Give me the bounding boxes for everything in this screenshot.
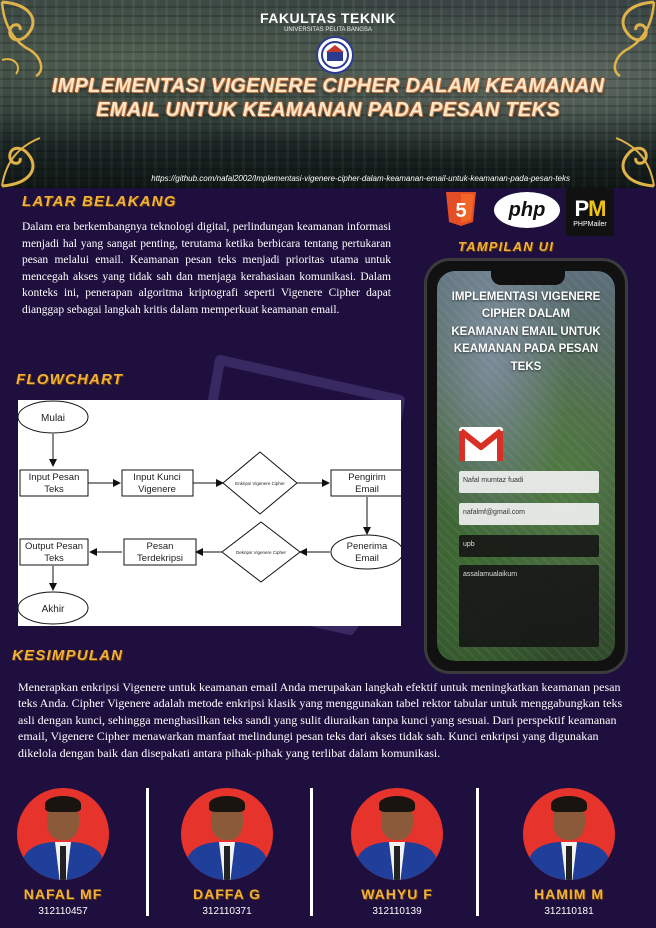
team-member: HAMIM M 312110181 <box>514 788 624 917</box>
app-title: IMPLEMENTASI VIGENERE CIPHER DALAM KEAMA… <box>451 291 601 373</box>
avatar <box>523 788 615 880</box>
label-input-pesan-2: Teks <box>44 484 64 495</box>
label-enkripsi: Enkripsi Vigenere Cipher <box>235 481 285 486</box>
phone-screen: IMPLEMENTASI VIGENERE CIPHER DALAM KEAMA… <box>437 271 615 661</box>
avatar <box>17 788 109 880</box>
label-pengirim-2: Email <box>355 484 379 495</box>
latar-belakang-text: Dalam era berkembangnya teknologi digita… <box>22 221 391 316</box>
university-label: UNIVERSITAS PELITA BANGSA <box>284 27 372 33</box>
team-member: WAHYU F 312110139 <box>342 788 452 917</box>
avatar <box>351 788 443 880</box>
php-logo-icon: php <box>494 192 560 228</box>
phpmailer-label: PHPMailer <box>573 220 607 228</box>
member-nim: 312110371 <box>202 906 252 917</box>
label-output-pesan-1: Output Pesan <box>25 541 83 552</box>
flowchart-diagram: Mulai Input Pesan Teks Input Kunci Vigen… <box>18 400 401 626</box>
member-nim: 312110457 <box>38 906 88 917</box>
label-mulai: Mulai <box>41 413 65 424</box>
label-output-pesan-2: Teks <box>44 553 64 564</box>
label-input-kunci-2: Vigenere <box>138 484 176 495</box>
university-logo-icon <box>316 36 354 74</box>
name-field[interactable]: Nafal mumtaz fuadi <box>459 471 599 493</box>
html5-logo-icon: 5 <box>446 192 476 226</box>
header-banner: FAKULTAS TEKNIK UNIVERSITAS PELITA BANGS… <box>0 0 656 188</box>
member-name: DAFFA G <box>193 886 261 902</box>
kesimpulan-text: Menerapkan enkripsi Vigenere untuk keama… <box>18 680 623 760</box>
member-name: WAHYU F <box>361 886 433 902</box>
team-divider <box>310 788 313 916</box>
subject-field[interactable]: upb <box>459 535 599 557</box>
team-divider <box>146 788 149 916</box>
label-input-pesan-1: Input Pesan <box>29 472 80 483</box>
label-pesan-terdekripsi-1: Pesan <box>147 541 174 552</box>
message-field[interactable]: assalamualaikum <box>459 565 599 647</box>
email-field[interactable]: nafalmf@gmail.com <box>459 503 599 525</box>
flowchart-heading: FLOWCHART <box>16 371 124 388</box>
phpmailer-logo-icon: PM PHPMailer <box>566 188 614 236</box>
phone-mockup: IMPLEMENTASI VIGENERE CIPHER DALAM KEAMA… <box>424 258 628 674</box>
label-pengirim-1: Pengirim <box>348 472 386 483</box>
faculty-label: FAKULTAS TEKNIK <box>259 10 397 26</box>
member-nim: 312110139 <box>372 906 422 917</box>
member-name: NAFAL MF <box>23 886 103 902</box>
phone-notch <box>491 271 565 285</box>
tampilan-ui-heading: TAMPILAN UI <box>458 239 555 254</box>
gmail-icon <box>459 427 503 461</box>
label-akhir: Akhir <box>42 604 65 615</box>
label-dekripsi: Dekripsi Vigenere Cipher <box>236 550 286 555</box>
label-input-kunci-1: Input Kunci <box>133 472 181 483</box>
avatar <box>181 788 273 880</box>
label-pesan-terdekripsi-2: Terdekripsi <box>137 553 183 564</box>
label-penerima-1: Penerima <box>347 541 388 552</box>
team-member: NAFAL MF 312110457 <box>8 788 118 917</box>
member-name: HAMIM M <box>534 886 604 902</box>
latar-belakang-heading: LATAR BELAKANG <box>22 193 177 210</box>
svg-text:5: 5 <box>455 200 466 222</box>
poster-title: IMPLEMENTASI VIGENERE CIPHER DALAM KEAMA… <box>51 75 605 121</box>
member-nim: 312110181 <box>544 906 594 917</box>
github-link[interactable]: https://github.com/nafal2002/Implementas… <box>151 174 570 183</box>
team-divider <box>476 788 479 916</box>
label-penerima-2: Email <box>355 553 379 564</box>
team-member: DAFFA G 312110371 <box>172 788 282 917</box>
kesimpulan-heading: KESIMPULAN <box>12 647 124 664</box>
